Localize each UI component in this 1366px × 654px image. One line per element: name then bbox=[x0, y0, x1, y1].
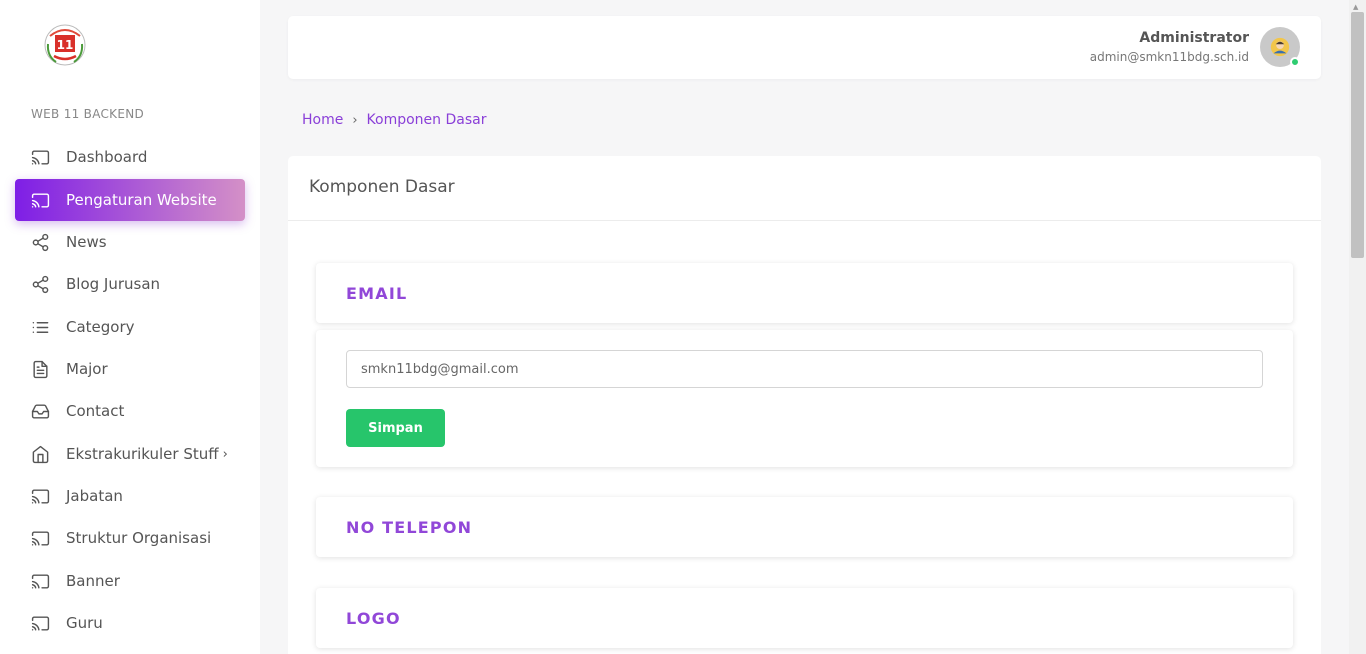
save-button[interactable]: Simpan bbox=[346, 409, 445, 447]
cast-icon bbox=[30, 147, 50, 167]
chevron-right-icon: › bbox=[222, 446, 228, 462]
divider bbox=[288, 220, 1321, 221]
cast-icon bbox=[30, 190, 50, 210]
user-avatar-icon bbox=[1270, 37, 1290, 57]
sidebar-item-contact[interactable]: Contact bbox=[15, 390, 245, 432]
user-name: Administrator bbox=[1139, 30, 1249, 46]
sidebar-item-label: Category bbox=[66, 318, 135, 336]
cast-icon bbox=[30, 613, 50, 633]
sidebar-item-label: Major bbox=[66, 360, 108, 378]
sidebar-item-label: Contact bbox=[66, 402, 125, 420]
cast-icon bbox=[30, 528, 50, 548]
sidebar-item-banner[interactable]: Banner bbox=[15, 560, 245, 602]
inbox-icon bbox=[30, 401, 50, 421]
sidebar: 11 WEB 11 BACKEND Dashboard Pengaturan W… bbox=[0, 0, 260, 654]
sidebar-item-guru[interactable]: Guru bbox=[15, 602, 245, 644]
phone-section-header: NO TELEPON bbox=[316, 497, 1293, 557]
sidebar-item-label: Pengaturan Website bbox=[66, 191, 217, 209]
sidebar-item-blog-jurusan[interactable]: Blog Jurusan bbox=[15, 263, 245, 305]
scrollbar-thumb[interactable] bbox=[1351, 12, 1364, 258]
logo-section-title: LOGO bbox=[346, 609, 401, 628]
sidebar-item-pengaturan-website[interactable]: Pengaturan Website bbox=[15, 179, 245, 221]
email-section-body: Simpan bbox=[316, 330, 1293, 467]
sidebar-item-major[interactable]: Major bbox=[15, 348, 245, 390]
svg-text:11: 11 bbox=[57, 38, 74, 52]
sidebar-item-dashboard[interactable]: Dashboard bbox=[15, 136, 245, 178]
page-title: Komponen Dasar bbox=[309, 177, 455, 197]
user-email: admin@smkn11bdg.sch.id bbox=[1089, 50, 1249, 64]
avatar[interactable] bbox=[1260, 27, 1300, 67]
logo-section-header: LOGO bbox=[316, 588, 1293, 648]
sidebar-item-ekstrakurikuler[interactable]: Ekstrakurikuler Stuff › bbox=[15, 433, 245, 475]
email-section-title: EMAIL bbox=[346, 284, 408, 303]
sidebar-item-jabatan[interactable]: Jabatan bbox=[15, 475, 245, 517]
page-scrollbar[interactable]: ▲ bbox=[1349, 0, 1366, 654]
share-icon bbox=[30, 232, 50, 252]
sidebar-item-label: Banner bbox=[66, 572, 120, 590]
home-icon bbox=[30, 444, 50, 464]
sidebar-item-label: Struktur Organisasi bbox=[66, 529, 212, 547]
sidebar-item-label: Jabatan bbox=[66, 487, 123, 505]
chevron-right-icon: › bbox=[352, 112, 358, 128]
sidebar-item-label: Guru bbox=[66, 614, 103, 632]
cast-icon bbox=[30, 571, 50, 591]
sidebar-item-label: Blog Jurusan bbox=[66, 275, 161, 293]
sidebar-item-label: Dashboard bbox=[66, 148, 148, 166]
sidebar-section-label: WEB 11 BACKEND bbox=[31, 107, 145, 121]
main-card: Komponen Dasar EMAIL Simpan NO TELEPON L… bbox=[288, 156, 1321, 654]
top-header: Administrator admin@smkn11bdg.sch.id bbox=[288, 16, 1321, 79]
school-logo[interactable]: 11 bbox=[44, 22, 86, 68]
share-icon bbox=[30, 274, 50, 294]
sidebar-item-struktur-organisasi[interactable]: Struktur Organisasi bbox=[15, 517, 245, 559]
sidebar-item-news[interactable]: News bbox=[15, 221, 245, 263]
list-icon bbox=[30, 317, 50, 337]
breadcrumb: Home › Komponen Dasar bbox=[302, 112, 486, 128]
email-section-header: EMAIL bbox=[316, 263, 1293, 323]
email-field[interactable] bbox=[346, 350, 1263, 388]
scroll-up-icon[interactable]: ▲ bbox=[1353, 3, 1358, 11]
breadcrumb-home[interactable]: Home bbox=[302, 112, 343, 128]
sidebar-item-category[interactable]: Category bbox=[15, 306, 245, 348]
cast-icon bbox=[30, 486, 50, 506]
sidebar-item-label: Ekstrakurikuler Stuff bbox=[66, 445, 219, 463]
breadcrumb-current: Komponen Dasar bbox=[366, 112, 487, 128]
online-status-dot bbox=[1290, 57, 1300, 67]
phone-section-title: NO TELEPON bbox=[346, 518, 473, 537]
file-icon bbox=[30, 359, 50, 379]
sidebar-item-label: News bbox=[66, 233, 107, 251]
